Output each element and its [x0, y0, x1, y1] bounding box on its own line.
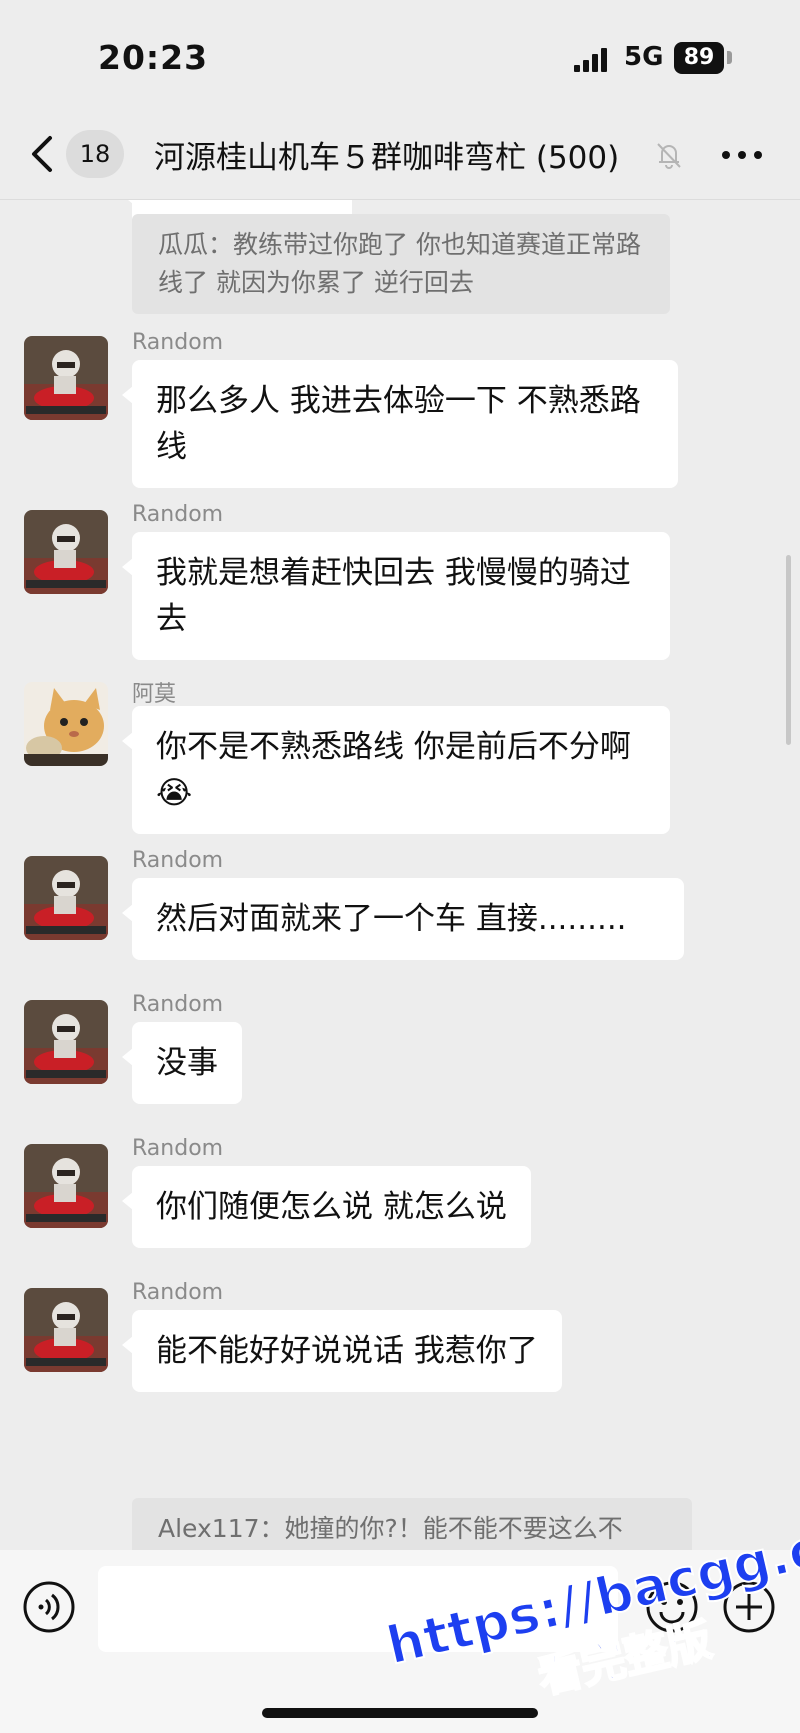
avatar[interactable]: [24, 510, 108, 594]
sender-name: Random: [132, 1280, 224, 1305]
ellipsis-icon[interactable]: [720, 140, 764, 170]
battery-icon: 89: [674, 42, 724, 74]
motorcycle-rider-avatar-icon: [24, 336, 108, 420]
sender-name: Random: [132, 992, 224, 1017]
motorcycle-rider-avatar-icon: [24, 856, 108, 940]
quoted-message-text: 瓜瓜：教练带过你跑了 你也知道赛道正常路线了 就因为你累了 逆行回去: [158, 230, 641, 297]
message-bubble[interactable]: 然后对面就来了一个车 直接.........: [122, 878, 684, 960]
message-bubble[interactable]: 你不是不熟悉路线 你是前后不分啊 😭: [122, 706, 670, 834]
message-bubble[interactable]: 没事: [122, 1022, 242, 1104]
avatar[interactable]: [24, 1000, 108, 1084]
status-bar: 20:23 5G 89: [0, 0, 800, 110]
message-bubble[interactable]: 能不能好好说说话 我惹你了: [122, 1310, 562, 1392]
avatar[interactable]: [24, 856, 108, 940]
avatar[interactable]: [24, 1144, 108, 1228]
motorcycle-rider-avatar-icon: [24, 1288, 108, 1372]
message-bubble[interactable]: 你们随便怎么说 就怎么说: [122, 1166, 531, 1248]
chat-title[interactable]: 河源桂山机车５群咖啡弯杧 (500): [154, 132, 664, 177]
sender-name: Random: [132, 502, 224, 527]
message-bubble[interactable]: 那么多人 我进去体验一下 不熟悉路线: [122, 360, 678, 488]
message-text: 能不能好好说说话 我惹你了: [156, 1333, 538, 1369]
avatar[interactable]: [24, 1288, 108, 1372]
sender-name: Random: [132, 848, 224, 873]
sender-name: Random: [132, 330, 224, 355]
signal-icon: [574, 48, 607, 72]
cat-avatar-icon: [24, 682, 108, 766]
message-text: 没事: [156, 1045, 218, 1081]
motorcycle-rider-avatar-icon: [24, 1000, 108, 1084]
message-text: 我就是想着赶快回去 我慢慢的骑过去: [156, 555, 631, 637]
chat-header: 18 河源桂山机车５群咖啡弯杧 (500): [0, 110, 800, 200]
chevron-left-icon[interactable]: [28, 134, 58, 174]
bell-slash-icon: [657, 143, 681, 169]
avatar[interactable]: [24, 682, 108, 766]
motorcycle-rider-avatar-icon: [24, 1144, 108, 1228]
message-text: 你们随便怎么说 就怎么说: [156, 1189, 507, 1225]
message-text: 你不是不熟悉路线 你是前后不分啊: [156, 729, 631, 765]
status-time: 20:23: [98, 38, 209, 77]
quoted-message[interactable]: 瓜瓜：教练带过你跑了 你也知道赛道正常路线了 就因为你累了 逆行回去: [132, 214, 670, 314]
crying-face-emoji: 😭: [156, 775, 193, 811]
unread-count-badge[interactable]: 18: [66, 130, 124, 178]
message-bubble[interactable]: 我就是想着赶快回去 我慢慢的骑过去: [122, 532, 670, 660]
message-list[interactable]: 瓜瓜：教练带过你跑了 你也知道赛道正常路线了 就因为你累了 逆行回去 Rando…: [0, 200, 800, 1550]
motorcycle-rider-avatar-icon: [24, 510, 108, 594]
avatar[interactable]: [24, 336, 108, 420]
sender-name: 阿莫: [132, 682, 177, 707]
voice-icon[interactable]: [22, 1580, 76, 1634]
message-text: 然后对面就来了一个车 直接.........: [156, 901, 627, 937]
sender-name: Random: [132, 1136, 224, 1161]
scrollbar[interactable]: [786, 555, 791, 745]
battery-tip: [727, 51, 732, 64]
message-text: 那么多人 我进去体验一下 不熟悉路线: [156, 383, 641, 465]
network-type: 5G: [624, 42, 664, 72]
